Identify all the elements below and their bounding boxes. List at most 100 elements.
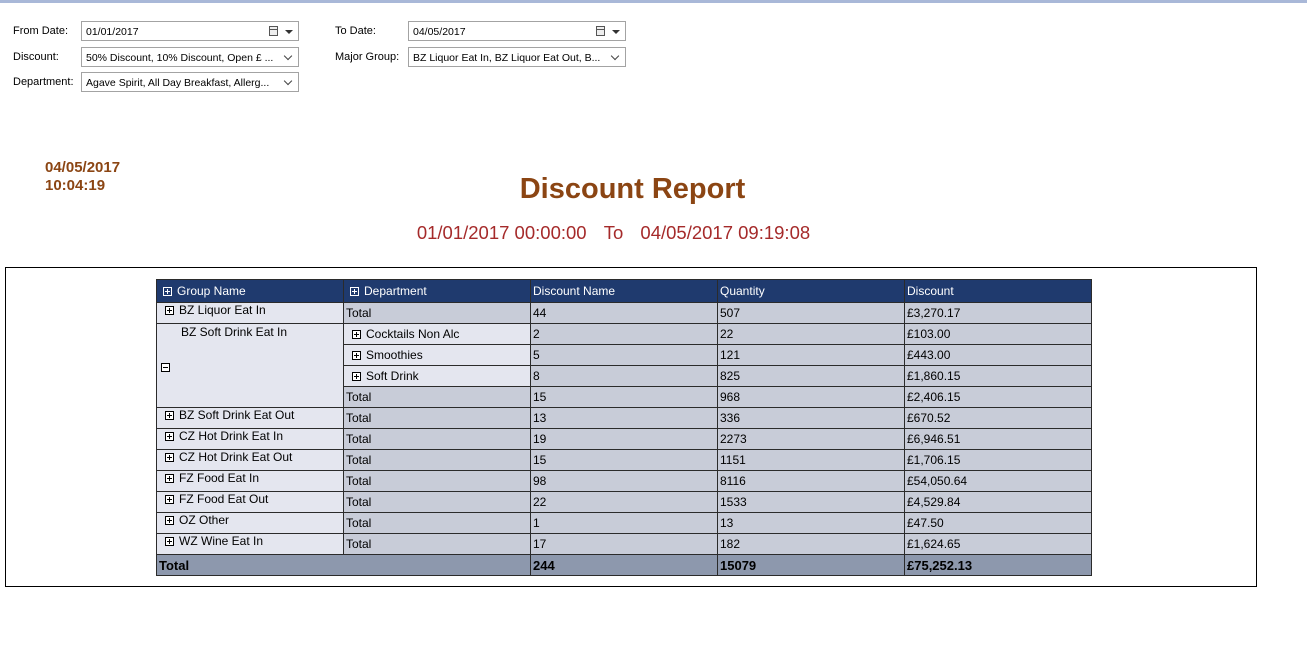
expand-icon[interactable] [165, 453, 174, 463]
grand-total-row: Total 244 15079 £75,252.13 [156, 554, 1092, 576]
from-date-value: 01/01/2017 [86, 26, 139, 38]
discount-name-cell: 2 [530, 323, 718, 345]
chevron-down-icon[interactable] [283, 76, 293, 86]
to-date-value: 04/05/2017 [413, 26, 466, 38]
quantity-cell: 182 [717, 533, 905, 555]
group-cell: BZ Soft Drink Eat In [156, 323, 344, 408]
discount-label: Discount: [13, 51, 59, 63]
grand-total-quantity: 15079 [717, 554, 905, 576]
discount-select[interactable]: 50% Discount, 10% Discount, Open £ ... [81, 47, 299, 67]
quantity-cell: 2273 [717, 428, 905, 450]
department-cell: Smoothies [343, 344, 531, 366]
department-cell: Total [343, 428, 531, 450]
group-name: OZ Other [179, 513, 230, 528]
discount-name-cell: 98 [530, 470, 718, 492]
group-name: CZ Hot Drink Eat Out [179, 450, 293, 465]
expand-icon[interactable] [352, 351, 361, 361]
to-date-input[interactable]: 04/05/2017 [408, 21, 626, 41]
group-name: WZ Wine Eat In [179, 534, 264, 549]
quantity-cell: 1533 [717, 491, 905, 513]
range-to: 04/05/2017 09:19:08 [640, 222, 811, 243]
expand-icon[interactable] [352, 330, 361, 340]
expand-icon[interactable] [165, 432, 174, 442]
expand-icon[interactable] [165, 516, 174, 526]
department-select[interactable]: Agave Spirit, All Day Breakfast, Allerg.… [81, 72, 299, 92]
chevron-down-icon[interactable] [283, 51, 293, 61]
department-cell: Total [343, 407, 531, 429]
group-cell: FZ Food Eat In [156, 470, 344, 492]
table-row: WZ Wine Eat In Total 17 182 £1,624.65 [156, 533, 1092, 555]
expand-icon[interactable] [350, 287, 359, 297]
from-date-label: From Date: [13, 25, 69, 37]
department-cell: Total [343, 470, 531, 492]
group-name: BZ Liquor Eat In [179, 303, 266, 318]
group-cell: OZ Other [156, 512, 344, 534]
group-cell: BZ Liquor Eat In [156, 302, 344, 324]
department-cell: Total [343, 449, 531, 471]
discount-name-cell: 15 [530, 449, 718, 471]
discount-cell: £1,624.65 [904, 533, 1092, 555]
grand-total-discount: £75,252.13 [904, 554, 1092, 576]
discount-cell: £6,946.51 [904, 428, 1092, 450]
calendar-icon[interactable] [269, 26, 278, 36]
table-row: CZ Hot Drink Eat In Total 19 2273 £6,946… [156, 428, 1092, 450]
group-cell: FZ Food Eat Out [156, 491, 344, 513]
quantity-cell: 8116 [717, 470, 905, 492]
to-date-label: To Date: [335, 25, 376, 37]
major-group-select[interactable]: BZ Liquor Eat In, BZ Liquor Eat Out, B..… [408, 47, 626, 67]
expand-icon[interactable] [165, 537, 174, 547]
department-cell: Total [343, 386, 531, 408]
discount-name-cell: 22 [530, 491, 718, 513]
expand-icon[interactable] [165, 306, 174, 316]
grand-total-discount-name: 244 [530, 554, 718, 576]
dropdown-arrow-icon[interactable] [612, 30, 620, 34]
discount-name-cell: 13 [530, 407, 718, 429]
department-name: Cocktails Non Alc [366, 327, 460, 341]
table-row: FZ Food Eat Out Total 22 1533 £4,529.84 [156, 491, 1092, 513]
expand-icon[interactable] [165, 474, 174, 484]
quantity-cell: 336 [717, 407, 905, 429]
quantity-cell: 13 [717, 512, 905, 534]
grand-total-label: Total [156, 554, 531, 576]
discount-cell: £4,529.84 [904, 491, 1092, 513]
from-date-input[interactable]: 01/01/2017 [81, 21, 299, 41]
discount-cell: £3,270.17 [904, 302, 1092, 324]
discount-cell: £443.00 [904, 344, 1092, 366]
col-header-department[interactable]: Department [343, 279, 531, 303]
collapse-icon[interactable] [161, 363, 170, 372]
discount-name-cell: 8 [530, 365, 718, 387]
chevron-down-icon[interactable] [610, 51, 620, 61]
quantity-cell: 507 [717, 302, 905, 324]
col-header-label: Group Name [177, 284, 246, 298]
department-value: Agave Spirit, All Day Breakfast, Allerg.… [86, 77, 270, 89]
calendar-icon[interactable] [596, 26, 605, 36]
group-name: CZ Hot Drink Eat In [179, 429, 284, 444]
expand-icon[interactable] [165, 495, 174, 505]
group-cell: CZ Hot Drink Eat Out [156, 449, 344, 471]
discount-cell: £670.52 [904, 407, 1092, 429]
window-top-border [0, 0, 1307, 3]
department-name: Smoothies [366, 348, 423, 362]
table-row: BZ Soft Drink Eat In Cocktails Non Alc 2… [156, 323, 1092, 408]
col-header-group[interactable]: Group Name [156, 279, 344, 303]
expand-icon[interactable] [165, 411, 174, 421]
expand-icon[interactable] [163, 287, 172, 297]
quantity-cell: 825 [717, 365, 905, 387]
discount-name-cell: 15 [530, 386, 718, 408]
quantity-cell: 1151 [717, 449, 905, 471]
report-date-range: 01/01/2017 00:00:00 To 04/05/2017 09:19:… [0, 222, 1227, 244]
discount-name-cell: 5 [530, 344, 718, 366]
discount-name-cell: 19 [530, 428, 718, 450]
group-cell: BZ Soft Drink Eat Out [156, 407, 344, 429]
group-cell: WZ Wine Eat In [156, 533, 344, 555]
range-from: 01/01/2017 00:00:00 [416, 222, 587, 243]
major-group-label: Major Group: [335, 51, 400, 63]
department-cell: Soft Drink [343, 365, 531, 387]
dropdown-arrow-icon[interactable] [285, 30, 293, 34]
discount-cell: £1,860.15 [904, 365, 1092, 387]
department-cell: Total [343, 512, 531, 534]
discount-cell: £1,706.15 [904, 449, 1092, 471]
discount-cell: £2,406.15 [904, 386, 1092, 408]
major-group-value: BZ Liquor Eat In, BZ Liquor Eat Out, B..… [413, 52, 601, 64]
expand-icon[interactable] [352, 372, 361, 382]
